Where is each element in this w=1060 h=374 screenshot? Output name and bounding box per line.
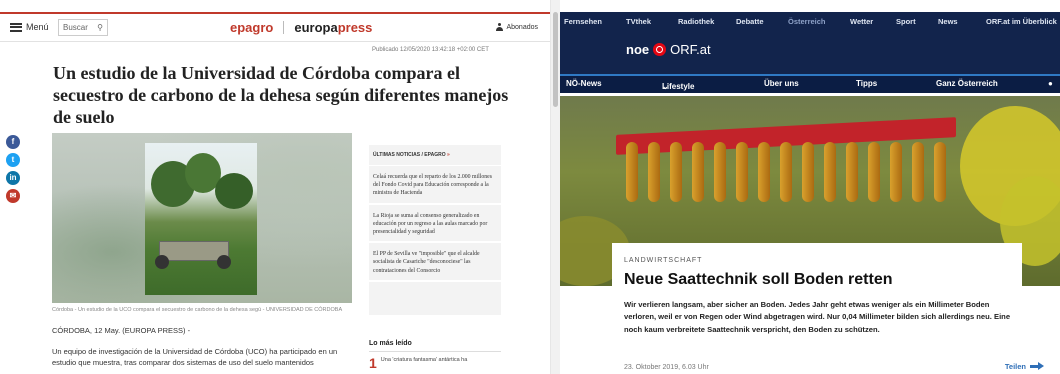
search-placeholder: Buscar [63,23,88,32]
nav-tvthek[interactable]: TVthek [626,17,651,26]
most-read-item[interactable]: 1 Una 'criatura fantasma' antártica ha [369,355,501,371]
search-input[interactable]: Buscar ⚲ [58,19,108,36]
menu-label: Menú [26,22,49,32]
orf-top-nav: Fernsehen TVthek Radiothek Debatte Öster… [560,17,1060,31]
article-card: LANDWIRTSCHAFT Neue Saattechnik soll Bod… [612,243,1022,374]
right-browser-panel: Fernsehen TVthek Radiothek Debatte Öster… [560,0,1060,374]
nav-orf-overview[interactable]: ORF.at im Überblick [986,17,1057,26]
linkedin-icon[interactable]: in [6,171,20,185]
nav-wetter[interactable]: Wetter [850,17,873,26]
email-icon[interactable]: ✉ [6,189,20,203]
most-read-title: Lo más leído [369,340,501,352]
latest-news-heading[interactable]: ÚLTIMAS NOTICIAS / EPAGRO » [369,145,501,166]
photo-field-scene [145,143,257,295]
orf-section-nav: NÖ-News ⌄ Lifestyle Über uns Tipps Ganz … [560,74,1060,93]
nav-news[interactable]: News [938,17,958,26]
account-link[interactable]: Abonados [496,23,538,31]
left-browser-panel: Menú Buscar ⚲ epagro europapress Abonado… [0,0,560,374]
latest-news-item[interactable]: Celaá recuerda que el reparto de los 2.0… [369,166,501,205]
user-icon [496,23,504,31]
most-read-text: Una 'criatura fantasma' antártica ha [380,357,468,363]
logo-site: ORF.at [670,42,711,57]
article-title[interactable]: Neue Saattechnik soll Boden retten [624,271,893,289]
site-header: Menú Buscar ⚲ epagro europapress Abonado… [0,12,550,42]
nav-fernsehen[interactable]: Fernsehen [564,17,602,26]
article-date: 23. Oktober 2019, 6.03 Uhr [624,364,709,371]
article-dateline: CÓRDOBA, 12 May. (EUROPA PRESS) - [52,326,191,335]
scrollbar-thumb[interactable] [553,12,558,107]
facebook-icon[interactable]: f [6,135,20,149]
nav-radiothek[interactable]: Radiothek [678,17,714,26]
share-button[interactable]: Teilen [1005,362,1044,371]
logo-divider [283,21,285,34]
orf-header: Fernsehen TVthek Radiothek Debatte Öster… [560,12,1060,74]
logo-europapress: europapress [294,20,373,35]
subnav-tipps[interactable]: Tipps [856,79,877,88]
article-body: Un equipo de investigación de la Univers… [52,347,338,367]
most-read-number: 1 [369,355,377,371]
orf-logo[interactable]: noe ORF.at [626,42,711,57]
latest-news-item[interactable]: La Rioja se suma al consenso generalizad… [369,205,501,244]
publish-timestamp: Publicado 12/05/2020 13:42:18 +02:00 CET [372,47,489,53]
latest-news-sidebar: ÚLTIMAS NOTICIAS / EPAGRO » Celaá recuer… [369,145,501,315]
nav-debatte[interactable]: Debatte [736,17,764,26]
subnav-noe-news[interactable]: NÖ-News [566,79,602,88]
article-lead: Wir verlieren langsam, aber sicher an Bo… [624,300,1011,334]
article-photo [52,133,352,303]
twitter-icon[interactable]: t [6,153,20,167]
hamburger-icon [10,22,22,32]
nav-oesterreich[interactable]: Österreich [788,17,826,26]
user-icon[interactable]: ● [1048,79,1053,88]
article-headline: Un estudio de la Universidad de Córdoba … [53,63,509,127]
subnav-ganz-oesterreich[interactable]: Ganz Österreich [936,79,998,88]
nav-sport[interactable]: Sport [896,17,916,26]
photo-caption: Córdoba - Un estudio de la UCO compara e… [52,307,343,313]
site-logo[interactable]: epagro europapress [230,20,372,35]
share-label: Teilen [1004,362,1026,371]
menu-button[interactable]: Menú [10,22,49,32]
account-label: Abonados [506,23,538,31]
share-arrow-icon [1030,362,1044,371]
article-kicker: LANDWIRTSCHAFT [624,257,703,264]
latest-news-item[interactable]: El PP de Sevilla ve "imposible" que el a… [369,243,501,282]
orf-eye-icon [653,43,667,56]
vertical-scrollbar[interactable] [550,0,560,374]
logo-epagro: epagro [230,20,274,35]
search-icon: ⚲ [97,23,103,32]
most-read-box: Lo más leído 1 Una 'criatura fantasma' a… [369,340,501,371]
subnav-ueber-uns[interactable]: Über uns [764,79,799,88]
share-bar: f t in ✉ [6,135,22,207]
logo-region: noe [626,42,650,57]
